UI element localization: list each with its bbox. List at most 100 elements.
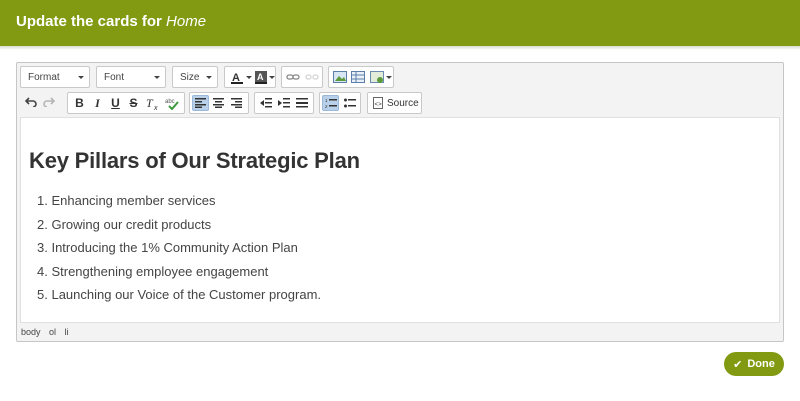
- background-color-button[interactable]: A: [252, 69, 269, 85]
- done-button[interactable]: ✔ Done: [724, 352, 784, 376]
- source-icon: <>: [373, 97, 383, 109]
- font-combo-label: Font: [104, 72, 125, 83]
- element-path: body ol li: [21, 327, 75, 337]
- list-group: 12: [319, 92, 361, 114]
- font-combo[interactable]: Font: [96, 66, 166, 88]
- color-group: A A: [224, 66, 276, 88]
- rich-text-editor: Format Font Size A A B I U S T x abc 1 2…: [16, 62, 784, 342]
- link-icon: [285, 74, 300, 80]
- list-item-text: Enhancing member services: [51, 193, 216, 208]
- link-button[interactable]: [284, 69, 301, 85]
- chevron-down-icon: [154, 76, 160, 79]
- document-heading: Key Pillars of Our Strategic Plan: [29, 148, 360, 173]
- italic-button[interactable]: I: [89, 95, 106, 111]
- header-shadow: [0, 46, 800, 50]
- check-icon: ✔: [733, 358, 743, 371]
- indent-icon: [277, 98, 290, 108]
- horizontal-rule-button[interactable]: [293, 95, 310, 111]
- format-combo[interactable]: Format: [20, 66, 90, 88]
- bold-button[interactable]: B: [71, 95, 88, 111]
- align-left-icon: [195, 98, 206, 108]
- outdent-button[interactable]: [257, 95, 274, 111]
- spellcheck-button[interactable]: abc: [163, 95, 180, 111]
- svg-text:A: A: [257, 72, 264, 82]
- outdent-icon: [259, 98, 272, 108]
- undo-icon: [24, 97, 37, 107]
- bulleted-list-icon: [343, 98, 356, 107]
- svg-text:<>: <>: [375, 101, 383, 108]
- size-combo-label: Size: [180, 72, 200, 83]
- spellcheck-icon: abc: [165, 99, 179, 110]
- list-item: 5. Launching our Voice of the Customer p…: [37, 287, 322, 302]
- page-header: Update the cards for Home: [0, 0, 800, 46]
- toolbar-row-1: Format Font Size A A: [17, 65, 783, 91]
- list-item: 2. Growing our credit products: [37, 216, 212, 232]
- align-center-button[interactable]: [210, 95, 227, 111]
- path-item-body[interactable]: body: [21, 327, 41, 337]
- undo-button[interactable]: [22, 94, 39, 110]
- indent-button[interactable]: [275, 95, 292, 111]
- chevron-down-icon[interactable]: [269, 76, 275, 79]
- underline-icon: U: [111, 96, 120, 110]
- remove-format-icon: Tx: [146, 97, 158, 110]
- italic-icon: I: [95, 95, 100, 110]
- remove-format-button[interactable]: Tx: [144, 95, 161, 111]
- link-group: [281, 66, 323, 88]
- unlink-button[interactable]: [303, 69, 320, 85]
- strikethrough-icon: S: [129, 96, 138, 110]
- embed-icon: [369, 71, 384, 83]
- page-title-name: Home: [166, 13, 207, 30]
- editor-content[interactable]: Key Pillars of Our Strategic Plan 1. Enh…: [20, 117, 780, 323]
- document-list: 1. Enhancing member services 2. Growing …: [37, 193, 321, 311]
- indent-group: [254, 92, 314, 114]
- list-item: 1. Enhancing member services: [37, 193, 216, 208]
- image-button[interactable]: [331, 69, 348, 85]
- strikethrough-button[interactable]: S: [125, 95, 142, 111]
- align-right-icon: [231, 98, 242, 108]
- align-left-button[interactable]: [192, 95, 209, 111]
- page-title-prefix: Update the cards for: [16, 13, 162, 30]
- format-combo-label: Format: [28, 72, 60, 83]
- chevron-down-icon[interactable]: [386, 76, 392, 79]
- source-button-label: Source: [387, 98, 419, 109]
- history-group: [20, 92, 60, 114]
- align-right-button[interactable]: [228, 95, 245, 111]
- text-color-button[interactable]: A: [228, 69, 245, 85]
- unlink-icon: [304, 74, 319, 80]
- path-item-li[interactable]: li: [65, 327, 69, 337]
- embed-button[interactable]: [368, 69, 385, 85]
- image-icon: [332, 71, 347, 83]
- media-group: [328, 66, 394, 88]
- svg-text:T: T: [146, 97, 154, 110]
- list-item: 4. Strengthening employee engagement: [37, 263, 269, 279]
- redo-button[interactable]: [40, 94, 57, 110]
- list-item-text: Launching our Voice of the Customer prog…: [51, 287, 322, 302]
- bold-icon: B: [75, 96, 84, 110]
- source-button[interactable]: <> Source: [367, 92, 422, 114]
- redo-icon: [42, 97, 55, 107]
- chevron-down-icon: [78, 76, 84, 79]
- page-title: Update the cards for Home: [16, 13, 206, 30]
- svg-text:abc: abc: [165, 99, 175, 105]
- path-item-ol[interactable]: ol: [49, 327, 56, 337]
- done-button-label: Done: [747, 358, 775, 370]
- list-item: 3. Introducing the 1% Community Action P…: [37, 240, 298, 255]
- table-button[interactable]: [349, 69, 366, 85]
- list-item-text: Strengthening employee engagement: [51, 263, 269, 279]
- text-style-group: B I U S Tx abc: [67, 92, 185, 114]
- horizontal-rule-icon: [295, 98, 308, 108]
- align-center-icon: [213, 98, 224, 108]
- numbered-list-icon: 12: [325, 98, 337, 109]
- bulleted-list-button[interactable]: [341, 95, 358, 111]
- list-item-text: Growing our credit products: [51, 216, 212, 232]
- size-combo[interactable]: Size: [172, 66, 218, 88]
- text-color-icon: A: [230, 72, 243, 84]
- background-color-icon: A: [254, 70, 267, 84]
- underline-button[interactable]: U: [107, 95, 124, 111]
- table-icon: [350, 71, 365, 83]
- svg-text:x: x: [153, 105, 158, 110]
- chevron-down-icon: [206, 76, 212, 79]
- toolbar-row-2: B I U S Tx abc 1 2 <> Source: [17, 91, 783, 117]
- align-group: [189, 92, 249, 114]
- numbered-list-button[interactable]: 12: [322, 95, 339, 111]
